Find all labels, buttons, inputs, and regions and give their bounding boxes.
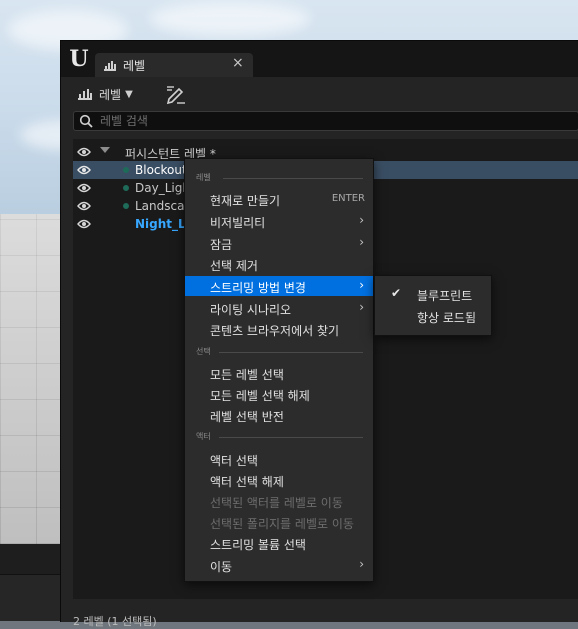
chevron-right-icon: › <box>359 300 364 314</box>
menu-item-find-in-content-browser[interactable]: 콘텐츠 브라우저에서 찾기 <box>185 319 373 339</box>
level-color-dot <box>123 203 129 209</box>
tab-levels-label: 레벨 <box>123 59 146 73</box>
menu-item-select-all-levels[interactable]: 모든 레벨 선택 <box>185 363 373 383</box>
menu-item-lighting-scenario[interactable]: 라이팅 시나리오 › <box>185 298 373 318</box>
menu-item-label: 선택 제거 <box>210 259 258 273</box>
levels-toolbar: 레벨 ▼ <box>61 77 578 111</box>
shortcut-label: ENTER <box>331 193 365 204</box>
menu-item-label: 라이팅 시나리오 <box>210 303 292 317</box>
menu-item-label: 현재로 만들기 <box>210 194 281 208</box>
levels-icon <box>104 61 116 71</box>
menu-item-move-foliage-to-level: 선택된 폴리지를 레벨로 이동 <box>185 512 373 532</box>
menu-item-label: 선택된 폴리지를 레벨로 이동 <box>210 517 354 531</box>
chevron-right-icon: › <box>359 213 364 227</box>
section-divider <box>219 437 363 438</box>
menu-item-label: 액터 선택 <box>210 454 258 468</box>
eye-icon[interactable] <box>77 182 91 194</box>
chevron-down-icon: ▼ <box>125 88 133 100</box>
menu-item-label: 콘텐츠 브라우저에서 찾기 <box>210 324 340 338</box>
menu-item-label: 스트리밍 볼륨 선택 <box>210 538 306 552</box>
level-context-menu: 레벨 현재로 만들기 ENTER 비저빌리티 › 잠금 › 선택 제거 스트리밍… <box>184 158 374 582</box>
tab-levels[interactable]: 레벨 × <box>95 53 253 77</box>
menu-item-deselect-all-levels[interactable]: 모든 레벨 선택 해제 <box>185 384 373 404</box>
menu-item-make-current[interactable]: 현재로 만들기 ENTER <box>185 189 373 209</box>
search-input[interactable] <box>100 113 560 129</box>
section-divider <box>223 178 363 179</box>
submenu-item-always-loaded[interactable]: 항상 로드됨 <box>375 305 491 327</box>
submenu-item-label: 블루프린트 <box>417 289 473 303</box>
menu-item-move-actors-to-level: 선택된 액터를 레벨로 이동 <box>185 491 373 511</box>
eye-icon[interactable] <box>77 146 91 158</box>
menu-item-label: 스트리밍 방법 변경 <box>210 281 306 295</box>
level-count-status: 2 레벨 (1 선택됨) <box>73 615 157 628</box>
panel-titlebar: U 레벨 × <box>61 41 578 77</box>
eye-icon[interactable] <box>77 218 91 230</box>
levels-dropdown-label: 레벨 <box>99 87 122 102</box>
menu-item-invert-level-selection[interactable]: 레벨 선택 반전 <box>185 405 373 425</box>
expand-caret-icon[interactable] <box>100 147 110 153</box>
unreal-logo-icon: U <box>69 46 89 72</box>
search-icon <box>79 114 93 128</box>
level-name: Day_Ligh <box>135 181 190 195</box>
edit-pencil-icon[interactable] <box>165 83 187 105</box>
menu-item-remove-selected[interactable]: 선택 제거 <box>185 254 373 274</box>
viewport-footer-strip <box>0 574 60 621</box>
chevron-right-icon: › <box>359 557 364 571</box>
level-color-dot <box>123 185 129 191</box>
menu-item-label: 선택된 액터를 레벨로 이동 <box>210 496 343 510</box>
chevron-right-icon: › <box>359 278 364 292</box>
menu-item-select-streaming-volumes[interactable]: 스트리밍 볼륨 선택 <box>185 533 373 553</box>
section-divider <box>219 352 363 353</box>
eye-icon[interactable] <box>77 200 91 212</box>
level-search-box[interactable] <box>73 111 578 131</box>
menu-item-label: 잠금 <box>210 238 233 252</box>
menu-item-label: 모든 레벨 선택 해제 <box>210 389 310 403</box>
level-color-dot <box>123 167 129 173</box>
menu-item-label: 이동 <box>210 560 233 574</box>
menu-item-change-streaming-method[interactable]: 스트리밍 방법 변경 › <box>185 276 373 296</box>
menu-item-move[interactable]: 이동 › <box>185 555 373 575</box>
levels-icon <box>78 89 92 100</box>
chevron-right-icon: › <box>359 235 364 249</box>
checkmark-icon: ✔ <box>391 286 402 300</box>
section-header-level: 레벨 <box>196 173 211 182</box>
section-header-selection: 선택 <box>196 347 211 356</box>
eye-icon[interactable] <box>77 164 91 176</box>
close-icon[interactable]: × <box>232 55 244 71</box>
menu-item-select-actors[interactable]: 액터 선택 <box>185 449 373 469</box>
menu-item-label: 레벨 선택 반전 <box>210 410 284 424</box>
menu-item-visibility[interactable]: 비저빌리티 › <box>185 211 373 231</box>
menu-item-label: 모든 레벨 선택 <box>210 368 284 382</box>
menu-item-lock[interactable]: 잠금 › <box>185 233 373 253</box>
submenu-item-blueprint[interactable]: ✔ 블루프린트 <box>375 283 491 305</box>
section-header-actor: 액터 <box>196 432 211 441</box>
streaming-method-submenu: ✔ 블루프린트 항상 로드됨 <box>374 275 492 336</box>
menu-item-label: 액터 선택 해제 <box>210 475 284 489</box>
menu-item-deselect-actors[interactable]: 액터 선택 해제 <box>185 470 373 490</box>
level-name: Blockout <box>135 163 187 177</box>
menu-item-label: 비저빌리티 <box>210 216 266 230</box>
levels-dropdown-button[interactable]: 레벨 ▼ <box>77 84 133 104</box>
submenu-item-label: 항상 로드됨 <box>417 311 477 325</box>
